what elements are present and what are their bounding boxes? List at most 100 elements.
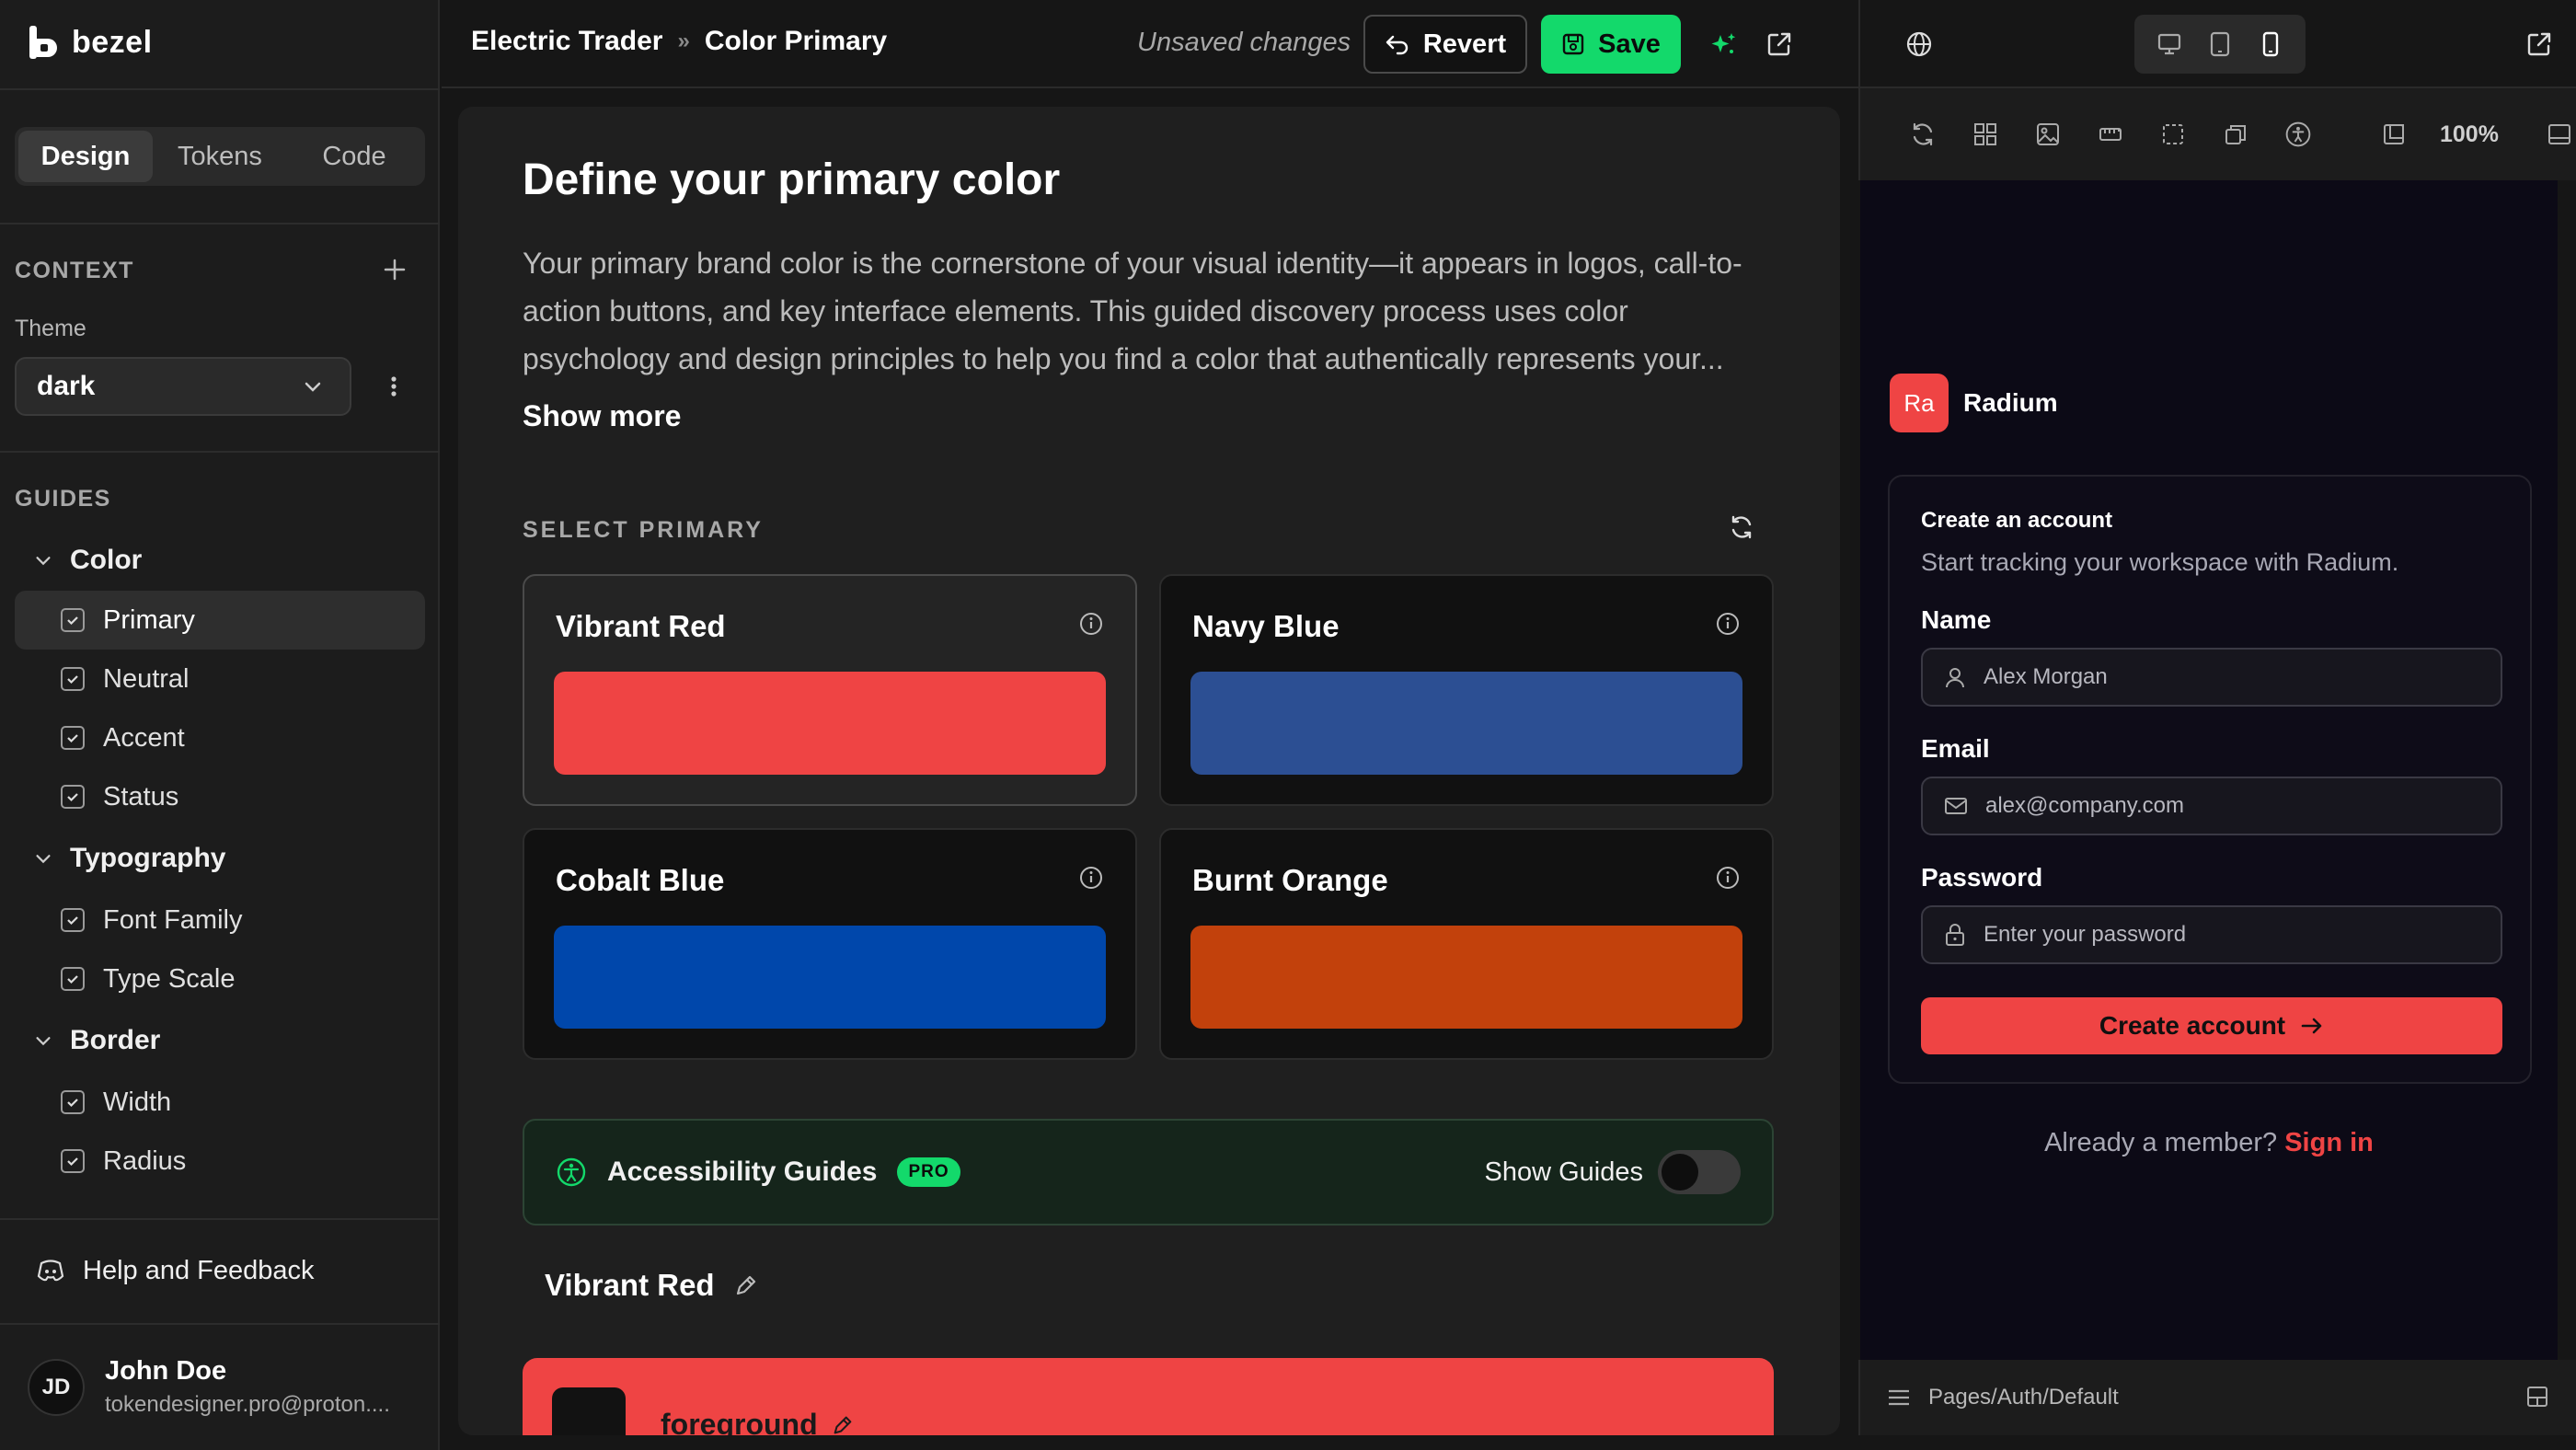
tree-item-accent[interactable]: Accent	[15, 708, 425, 767]
image-tool[interactable]	[2030, 116, 2066, 153]
tree-item-label: Primary	[103, 604, 195, 635]
open-preview-button[interactable]	[2519, 24, 2559, 64]
color-option-vibrant-red[interactable]: Vibrant Red	[523, 574, 1137, 806]
open-external-button[interactable]	[1759, 24, 1800, 64]
arrow-right-icon	[2301, 1018, 2322, 1034]
sparkles-icon	[1711, 33, 1736, 53]
email-placeholder: alex@company.com	[1985, 793, 2184, 818]
option-name: Burnt Orange	[1192, 863, 1388, 897]
tree-item-width[interactable]: Width	[15, 1073, 425, 1132]
tree-item-type-scale[interactable]: Type Scale	[15, 949, 425, 1008]
info-icon[interactable]	[1715, 865, 1741, 891]
theme-more-button[interactable]	[379, 372, 408, 401]
info-icon[interactable]	[1078, 611, 1104, 637]
breadcrumb-project[interactable]: Electric Trader	[471, 26, 662, 57]
brand-logo[interactable]: bezel	[28, 24, 153, 61]
tree-item-font-family[interactable]: Font Family	[15, 891, 425, 949]
checkbox-icon	[61, 908, 85, 932]
panel-layout-button[interactable]	[2524, 1384, 2550, 1410]
rotate-icon	[1913, 122, 1933, 146]
tab-tokens[interactable]: Tokens	[153, 131, 287, 182]
tab-design[interactable]: Design	[18, 131, 153, 182]
tree-item-label: Accent	[103, 722, 185, 753]
tree-item-radius[interactable]: Radius	[15, 1132, 425, 1191]
pencil-icon[interactable]	[733, 1272, 759, 1298]
show-guides-label: Show Guides	[1484, 1157, 1644, 1187]
tab-code[interactable]: Code	[287, 131, 421, 182]
user-profile[interactable]: JD John Doe tokendesigner.pro@proton....	[28, 1356, 408, 1418]
email-field[interactable]: alex@company.com	[1921, 777, 2502, 835]
foreground-token-row[interactable]: foreground	[523, 1358, 1774, 1435]
divider	[0, 88, 440, 90]
layout-icon	[2527, 1387, 2547, 1407]
refresh-options-button[interactable]	[1728, 513, 1755, 541]
preview-brand-name: Radium	[1963, 388, 2058, 417]
accessibility-tool[interactable]	[2280, 116, 2317, 153]
zoom-level[interactable]: 100%	[2440, 121, 2499, 148]
page-path[interactable]: Pages/Auth/Default	[1886, 1360, 2119, 1435]
fit-screen-tool[interactable]	[2375, 116, 2412, 153]
show-guides-toggle[interactable]	[1658, 1150, 1741, 1194]
info-icon[interactable]	[1078, 865, 1104, 891]
tree-group-label: Typography	[70, 843, 226, 873]
name-field[interactable]: Alex Morgan	[1921, 648, 2502, 707]
ai-sparkle-button[interactable]	[1704, 24, 1744, 64]
external-link-icon	[1767, 32, 1791, 56]
color-option-navy-blue[interactable]: Navy Blue	[1159, 574, 1774, 806]
accessibility-title: Accessibility Guides	[607, 1157, 878, 1187]
tree-item-label: Status	[103, 781, 179, 811]
ruler-tool[interactable]	[2092, 116, 2129, 153]
language-button[interactable]	[1899, 24, 1939, 64]
bezel-logo-icon	[29, 26, 57, 59]
add-context-button[interactable]	[381, 256, 408, 283]
tree-item-label: Neutral	[103, 663, 190, 694]
sign-in-link[interactable]: Sign in	[2284, 1128, 2374, 1157]
help-feedback-link[interactable]: Help and Feedback	[37, 1256, 315, 1286]
member-text: Already a member?	[2044, 1128, 2278, 1157]
tree-group-color[interactable]: Color	[15, 530, 425, 591]
member-prompt: Already a member? Sign in	[1860, 1128, 2558, 1158]
main-panel: Define your primary color Your primary b…	[458, 107, 1840, 1435]
mobile-view-button[interactable]	[2248, 22, 2293, 66]
revert-button[interactable]: Revert	[1363, 15, 1527, 74]
selected-color-name: Vibrant Red	[545, 1268, 715, 1302]
refresh-icon	[1731, 515, 1752, 539]
tree-item-neutral[interactable]: Neutral	[15, 650, 425, 708]
layers-tool[interactable]	[2217, 116, 2254, 153]
create-account-button[interactable]: Create account	[1921, 997, 2502, 1054]
preview-toolbar	[1858, 0, 2576, 88]
accessibility-icon	[2285, 121, 2311, 147]
color-option-burnt-orange[interactable]: Burnt Orange	[1159, 828, 1774, 1060]
info-icon[interactable]	[1715, 611, 1741, 637]
tree-group-border[interactable]: Border	[15, 1008, 425, 1073]
breadcrumb-separator: »	[677, 29, 690, 53]
color-swatch	[1190, 926, 1742, 1029]
select-area-tool[interactable]	[2155, 116, 2191, 153]
toggle-knob	[1662, 1154, 1698, 1191]
tree-item-primary[interactable]: Primary	[15, 591, 425, 650]
password-label: Password	[1921, 863, 2043, 892]
divider	[0, 1323, 440, 1325]
tablet-view-button[interactable]	[2198, 22, 2242, 66]
desktop-view-button[interactable]	[2147, 22, 2191, 66]
color-option-cobalt-blue[interactable]: Cobalt Blue	[523, 828, 1137, 1060]
dashed-square-icon	[2163, 124, 2183, 144]
checkbox-icon	[61, 1149, 85, 1173]
color-swatch	[554, 672, 1106, 775]
select-primary-label: SELECT PRIMARY	[523, 517, 764, 543]
guides-tree: Color Primary Neutral Accent Status Typo…	[15, 530, 425, 1191]
rotate-tool[interactable]	[1904, 116, 1941, 153]
sidebar: bezel Design Tokens Code CONTEXT Theme d…	[0, 0, 440, 1450]
tree-item-status[interactable]: Status	[15, 767, 425, 826]
create-account-label: Create account	[2099, 1011, 2286, 1040]
theme-select[interactable]: dark	[15, 357, 351, 416]
divider	[0, 223, 440, 224]
panel-toggle-tool[interactable]	[2541, 116, 2576, 153]
grid-tool[interactable]	[1967, 116, 2004, 153]
tree-group-typography[interactable]: Typography	[15, 826, 425, 891]
name-placeholder: Alex Morgan	[1984, 664, 2108, 689]
plus-icon	[384, 259, 406, 281]
save-button[interactable]: Save	[1541, 15, 1681, 74]
password-field[interactable]: Enter your password	[1921, 905, 2502, 964]
show-more-link[interactable]: Show more	[523, 399, 681, 433]
